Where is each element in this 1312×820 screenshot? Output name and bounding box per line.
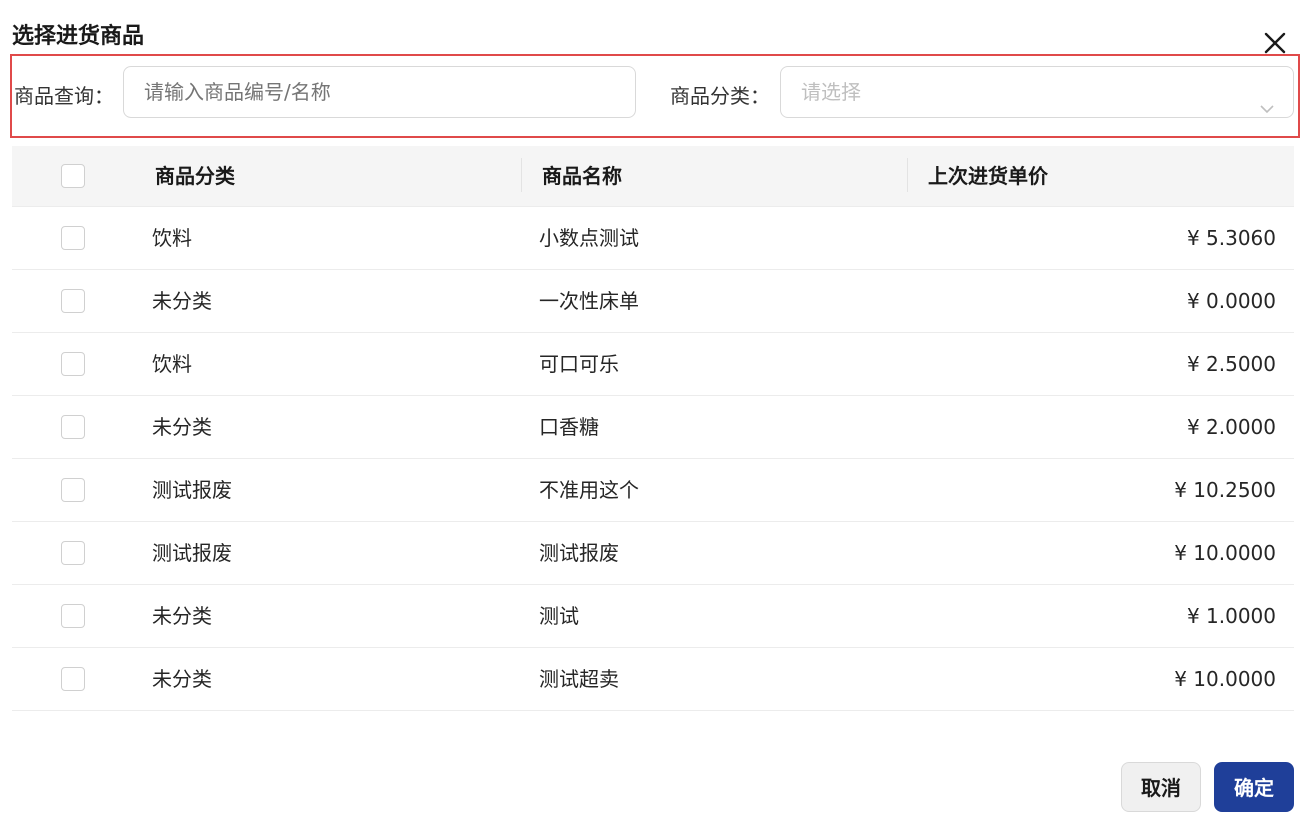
category-select[interactable]: 请选择 bbox=[780, 66, 1294, 118]
row-checkbox[interactable] bbox=[61, 352, 85, 376]
table-row[interactable]: 测试报废 不准用这个 ¥ 10.2500 bbox=[12, 459, 1294, 522]
table-row[interactable]: 未分类 一次性床单 ¥ 0.0000 bbox=[12, 270, 1294, 333]
table-row[interactable]: 未分类 口香糖 ¥ 2.0000 bbox=[12, 396, 1294, 459]
cell-name: 口香糖 bbox=[539, 415, 599, 439]
row-checkbox[interactable] bbox=[61, 604, 85, 628]
product-table: 商品分类 商品名称 上次进货单价 饮料 小数点测试 ¥ 5.3060 未分类 一… bbox=[12, 146, 1294, 711]
dialog-title: 选择进货商品 bbox=[12, 24, 145, 49]
cell-category: 饮料 bbox=[152, 226, 192, 250]
row-checkbox[interactable] bbox=[61, 541, 85, 565]
header-divider bbox=[521, 158, 522, 192]
cell-price: ¥ 2.5000 bbox=[1186, 352, 1276, 376]
cell-name: 小数点测试 bbox=[539, 226, 639, 250]
cell-category: 未分类 bbox=[152, 604, 212, 628]
category-placeholder: 请选择 bbox=[801, 80, 861, 104]
cell-name: 测试 bbox=[539, 604, 579, 628]
cell-category: 饮料 bbox=[152, 352, 192, 376]
search-label: 商品查询： bbox=[14, 84, 114, 108]
cell-price: ¥ 10.0000 bbox=[1174, 667, 1276, 691]
table-row[interactable]: 饮料 小数点测试 ¥ 5.3060 bbox=[12, 207, 1294, 270]
cell-name: 一次性床单 bbox=[539, 289, 639, 313]
cell-name: 测试超卖 bbox=[539, 667, 619, 691]
row-checkbox[interactable] bbox=[61, 478, 85, 502]
header-last-price: 上次进货单价 bbox=[928, 164, 1048, 188]
chevron-down-icon bbox=[1259, 85, 1275, 135]
cell-price: ¥ 0.0000 bbox=[1186, 289, 1276, 313]
cell-price: ¥ 2.0000 bbox=[1186, 415, 1276, 439]
row-checkbox[interactable] bbox=[61, 289, 85, 313]
table-row[interactable]: 饮料 可口可乐 ¥ 2.5000 bbox=[12, 333, 1294, 396]
cell-price: ¥ 10.0000 bbox=[1174, 541, 1276, 565]
table-row[interactable]: 未分类 测试超卖 ¥ 10.0000 bbox=[12, 648, 1294, 711]
close-icon[interactable] bbox=[1262, 30, 1288, 56]
table-header: 商品分类 商品名称 上次进货单价 bbox=[12, 146, 1294, 207]
header-divider bbox=[907, 158, 908, 192]
cancel-button[interactable]: 取消 bbox=[1121, 762, 1201, 812]
cell-category: 未分类 bbox=[152, 667, 212, 691]
cell-category: 未分类 bbox=[152, 415, 212, 439]
cell-category: 测试报废 bbox=[152, 541, 232, 565]
confirm-button[interactable]: 确定 bbox=[1214, 762, 1294, 812]
cell-category: 测试报废 bbox=[152, 478, 232, 502]
cell-price: ¥ 10.2500 bbox=[1174, 478, 1276, 502]
header-name: 商品名称 bbox=[542, 164, 622, 188]
cell-price: ¥ 1.0000 bbox=[1186, 604, 1276, 628]
row-checkbox[interactable] bbox=[61, 667, 85, 691]
category-label: 商品分类： bbox=[670, 84, 770, 108]
cell-name: 可口可乐 bbox=[539, 352, 619, 376]
table-row[interactable]: 测试报废 测试报废 ¥ 10.0000 bbox=[12, 522, 1294, 585]
cell-price: ¥ 5.3060 bbox=[1186, 226, 1276, 250]
row-checkbox[interactable] bbox=[61, 415, 85, 439]
select-all-checkbox[interactable] bbox=[61, 164, 85, 188]
table-row[interactable]: 未分类 测试 ¥ 1.0000 bbox=[12, 585, 1294, 648]
cell-category: 未分类 bbox=[152, 289, 212, 313]
cell-name: 测试报废 bbox=[539, 541, 619, 565]
cell-name: 不准用这个 bbox=[539, 478, 639, 502]
header-category: 商品分类 bbox=[155, 164, 235, 188]
search-input[interactable] bbox=[123, 66, 636, 118]
row-checkbox[interactable] bbox=[61, 226, 85, 250]
